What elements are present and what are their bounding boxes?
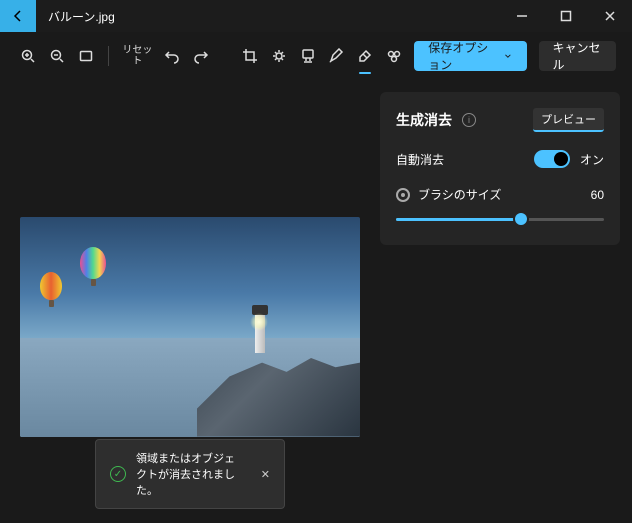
auto-erase-label: 自動消去 <box>396 151 524 168</box>
brush-size-slider[interactable] <box>396 209 604 229</box>
zoom-in-button[interactable] <box>16 40 41 72</box>
save-options-label: 保存オプション <box>428 39 496 73</box>
image-balloon-2 <box>40 272 62 300</box>
background-button[interactable] <box>381 40 406 72</box>
maximize-button[interactable] <box>544 0 588 32</box>
auto-erase-state: オン <box>580 151 604 168</box>
back-button[interactable] <box>0 0 36 32</box>
minimize-button[interactable] <box>500 0 544 32</box>
panel-title: 生成消去 <box>396 110 452 130</box>
markup-button[interactable] <box>324 40 349 72</box>
image-lighthouse-light <box>250 313 268 331</box>
toast-message: 領域またはオブジェクトが消去されました。 <box>136 450 243 498</box>
cancel-button[interactable]: キャンセル <box>539 41 617 71</box>
toolbar: リセット 保存オプション キャンセル <box>0 32 632 80</box>
success-icon: ✓ <box>110 466 126 482</box>
preview-button[interactable]: プレビュー <box>533 108 604 132</box>
brush-size-label: ブラシのサイズ <box>418 186 501 203</box>
separator <box>108 46 109 66</box>
brush-size-value: 60 <box>591 188 604 202</box>
zoom-out-button[interactable] <box>45 40 70 72</box>
crop-button[interactable] <box>238 40 263 72</box>
image-balloon-1 <box>80 247 106 279</box>
content-area: ✓ 領域またはオブジェクトが消去されました。 ✕ 生成消去 i プレビュー 自動… <box>0 80 632 523</box>
fit-button[interactable] <box>74 40 99 72</box>
brush-icon <box>396 188 410 202</box>
redo-button[interactable] <box>188 40 213 72</box>
slider-thumb[interactable] <box>515 213 527 225</box>
reset-button[interactable]: リセット <box>119 40 155 72</box>
titlebar: バルーン.jpg <box>0 0 632 32</box>
canvas-area: ✓ 領域またはオブジェクトが消去されました。 ✕ <box>0 80 380 523</box>
save-options-button[interactable]: 保存オプション <box>414 41 526 71</box>
window-title: バルーン.jpg <box>48 8 115 25</box>
slider-fill <box>396 218 521 221</box>
auto-erase-toggle[interactable] <box>534 150 570 168</box>
erase-panel: 生成消去 i プレビュー 自動消去 オン ブラシのサイズ 60 <box>380 92 620 245</box>
close-button[interactable] <box>588 0 632 32</box>
toast-notification: ✓ 領域またはオブジェクトが消去されました。 ✕ <box>95 439 285 509</box>
adjust-button[interactable] <box>266 40 291 72</box>
filter-button[interactable] <box>295 40 320 72</box>
undo-button[interactable] <box>160 40 185 72</box>
toast-close-button[interactable]: ✕ <box>261 468 270 481</box>
erase-button[interactable] <box>353 40 378 72</box>
info-icon[interactable]: i <box>462 113 476 127</box>
edited-image[interactable] <box>20 217 360 437</box>
